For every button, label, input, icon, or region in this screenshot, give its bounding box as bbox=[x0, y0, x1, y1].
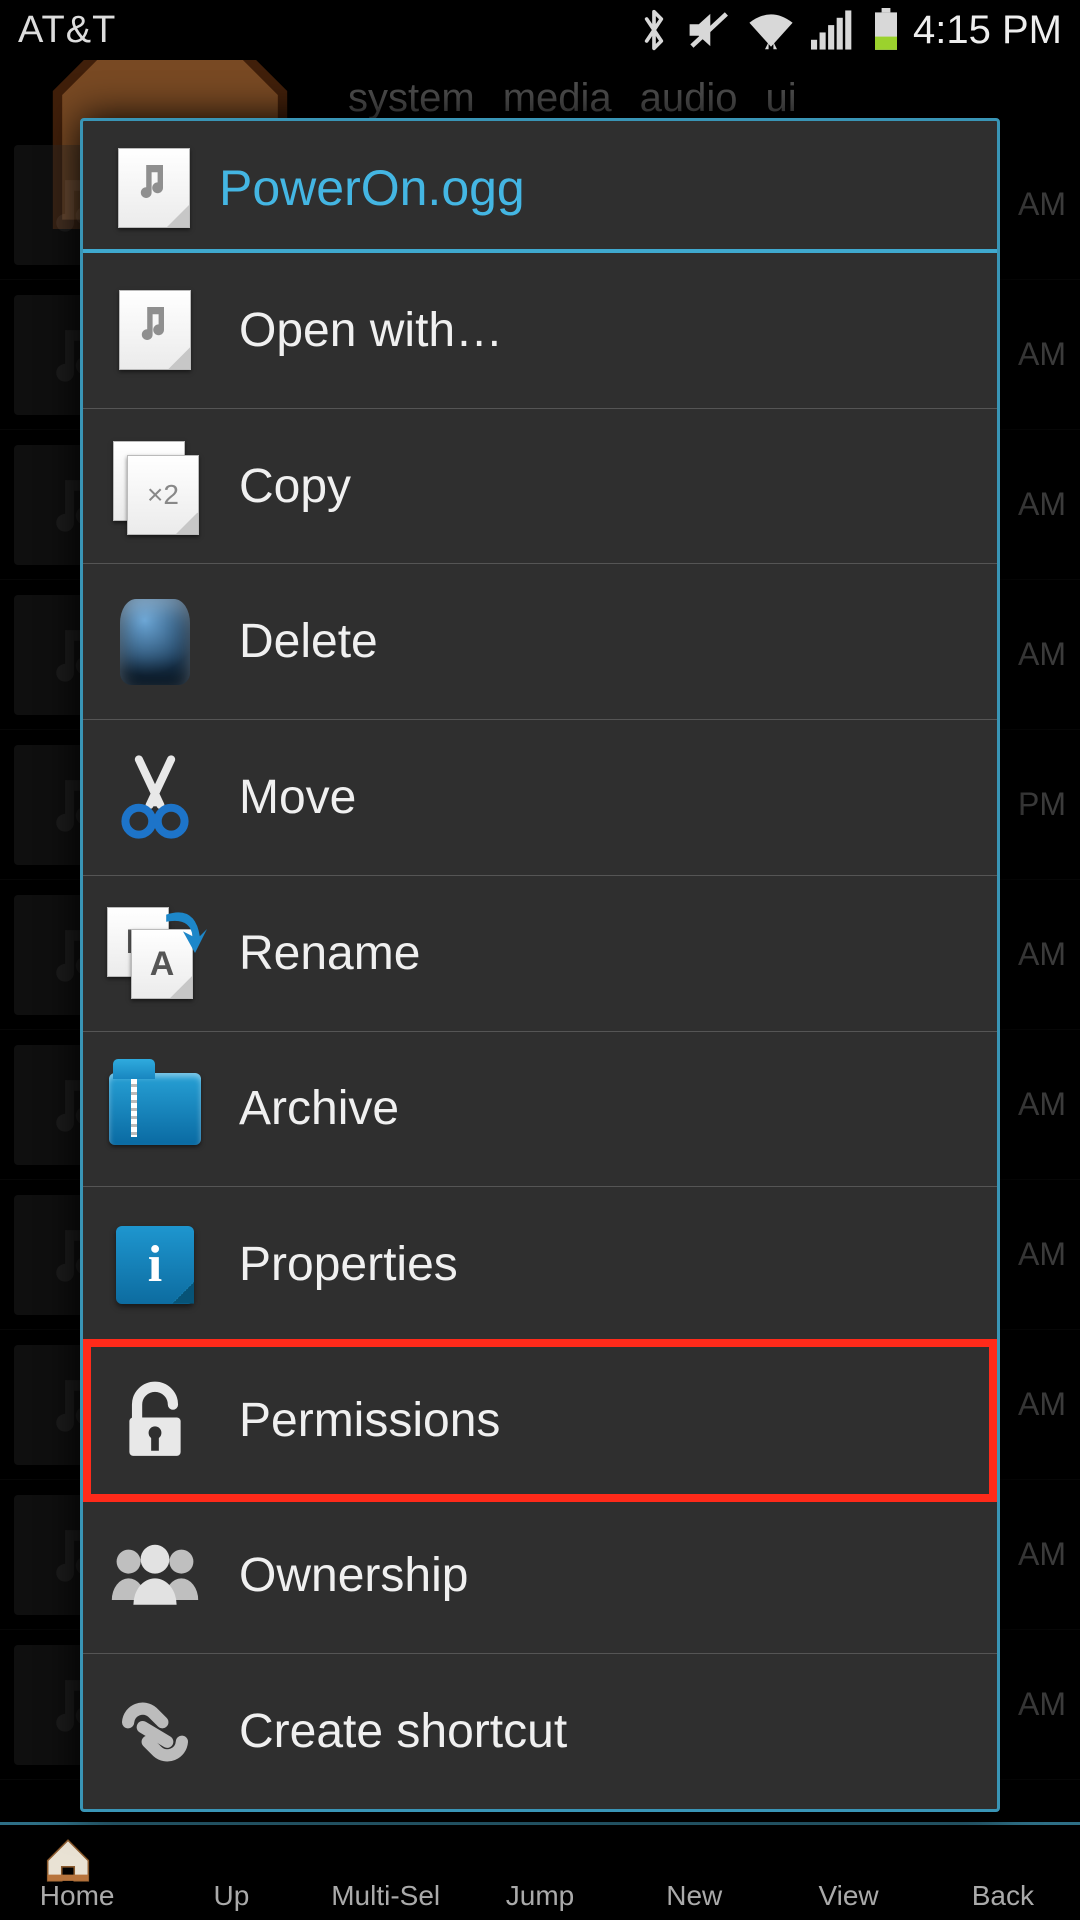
menu-item-label: Permissions bbox=[239, 1393, 500, 1448]
menu-item-label: Rename bbox=[239, 926, 420, 981]
toolbar-home-icon[interactable] bbox=[38, 1834, 98, 1884]
toolbar-view[interactable]: View bbox=[771, 1880, 925, 1912]
menu-item-rename[interactable]: B A Rename bbox=[83, 876, 997, 1032]
menu-item-label: Ownership bbox=[239, 1548, 468, 1603]
menu-item-label: Archive bbox=[239, 1081, 399, 1136]
menu-item-label: Create shortcut bbox=[239, 1704, 567, 1759]
toolbar-jump[interactable]: Jump bbox=[463, 1880, 617, 1912]
clock: 4:15 PM bbox=[913, 8, 1062, 53]
file-icon bbox=[117, 151, 191, 225]
lock-icon bbox=[107, 1372, 203, 1468]
scissors-icon bbox=[107, 749, 203, 845]
toolbar-back[interactable]: Back bbox=[926, 1880, 1080, 1912]
music-file-icon bbox=[107, 282, 203, 378]
context-menu-list: Open with… ×2 Copy Delete Move bbox=[83, 253, 997, 1809]
menu-item-permissions[interactable]: Permissions bbox=[83, 1343, 997, 1499]
menu-item-properties[interactable]: i Properties bbox=[83, 1187, 997, 1343]
menu-item-open-with[interactable]: Open with… bbox=[83, 253, 997, 409]
menu-item-move[interactable]: Move bbox=[83, 720, 997, 876]
menu-item-label: Properties bbox=[239, 1237, 458, 1292]
highlight-box bbox=[83, 1339, 997, 1502]
menu-item-label: Delete bbox=[239, 614, 378, 669]
status-bar: AT&T 4:15 PM bbox=[0, 0, 1080, 60]
toolbar-home[interactable]: Home bbox=[0, 1880, 154, 1912]
menu-item-archive[interactable]: Archive bbox=[83, 1032, 997, 1188]
rename-icon: B A bbox=[107, 905, 203, 1001]
context-menu-title: PowerOn.ogg bbox=[219, 159, 525, 217]
menu-item-label: Move bbox=[239, 770, 356, 825]
bluetooth-icon bbox=[639, 8, 669, 52]
menu-item-label: Open with… bbox=[239, 303, 503, 358]
link-icon bbox=[107, 1684, 203, 1780]
breadcrumb-item[interactable]: media bbox=[503, 76, 612, 121]
wifi-icon bbox=[747, 10, 795, 50]
menu-item-ownership[interactable]: Ownership bbox=[83, 1499, 997, 1655]
trash-icon bbox=[107, 594, 203, 690]
toolbar-multisel[interactable]: Multi-Sel bbox=[309, 1880, 463, 1912]
carrier-label: AT&T bbox=[18, 9, 116, 52]
people-icon bbox=[107, 1528, 203, 1624]
breadcrumb-item[interactable]: ui bbox=[766, 76, 797, 121]
mute-icon bbox=[685, 8, 731, 52]
menu-item-copy[interactable]: ×2 Copy bbox=[83, 409, 997, 565]
status-icons bbox=[639, 8, 901, 52]
context-menu-header: PowerOn.ogg bbox=[83, 121, 997, 253]
info-icon: i bbox=[107, 1217, 203, 1313]
toolbar-new[interactable]: New bbox=[617, 1880, 771, 1912]
breadcrumb-item[interactable]: system bbox=[348, 76, 475, 121]
breadcrumb-item[interactable]: audio bbox=[640, 76, 738, 121]
menu-item-delete[interactable]: Delete bbox=[83, 564, 997, 720]
battery-icon bbox=[871, 8, 901, 52]
menu-item-label: Copy bbox=[239, 459, 351, 514]
menu-item-create-shortcut[interactable]: Create shortcut bbox=[83, 1654, 997, 1809]
toolbar-up[interactable]: Up bbox=[154, 1880, 308, 1912]
folder-icon bbox=[107, 1061, 203, 1157]
context-menu: PowerOn.ogg Open with… ×2 Copy Delete bbox=[80, 118, 1000, 1812]
signal-icon bbox=[811, 10, 855, 50]
copy-icon: ×2 bbox=[107, 438, 203, 534]
bottom-toolbar: Home Up Multi-Sel Jump New View Back bbox=[0, 1822, 1080, 1920]
